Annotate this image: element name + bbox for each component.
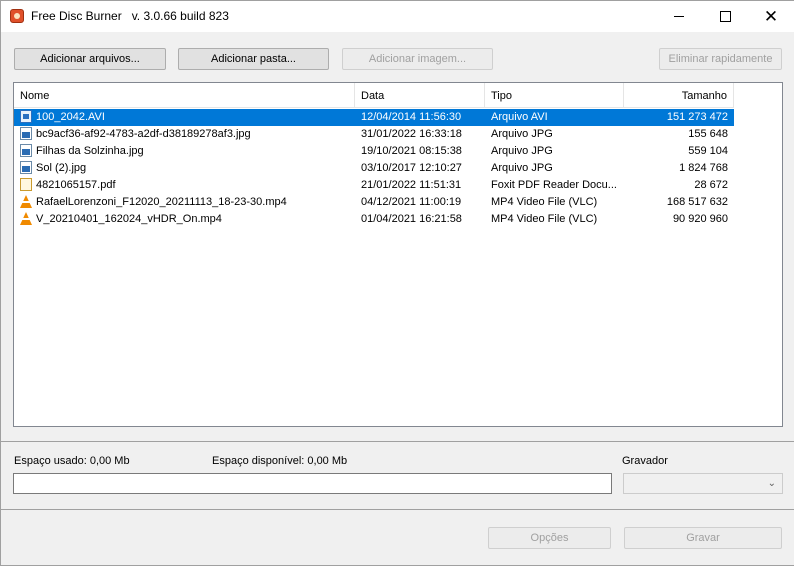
minimize-icon: [674, 16, 684, 17]
jpg-file-icon: [20, 127, 32, 140]
file-size: 151 273 472: [666, 111, 728, 123]
disc-burner-app-icon: [10, 9, 24, 23]
space-progress-bar: [13, 473, 612, 494]
app-window: Free Disc Burner v. 3.0.66 build 823 ✕ A…: [0, 0, 794, 566]
file-type: Arquivo JPG: [491, 145, 553, 157]
file-date: 31/01/2022 16:33:18: [361, 128, 462, 140]
avi-file-icon: [20, 110, 32, 123]
column-header-size[interactable]: Tamanho: [624, 83, 734, 108]
file-name: V_20210401_162024_vHDR_On.mp4: [36, 214, 222, 225]
column-header-type[interactable]: Tipo: [485, 83, 624, 108]
file-row[interactable]: Filhas da Solzinha.jpg 19/10/2021 08:15:3…: [14, 143, 734, 160]
file-name: 100_2042.AVI: [36, 112, 105, 123]
vlc-file-icon: [20, 195, 32, 208]
free-space-label: Espaço disponível: 0,00 Mb: [212, 455, 348, 467]
close-button[interactable]: ✕: [748, 1, 794, 32]
file-name: Sol (2).jpg: [36, 163, 87, 174]
file-date: 03/10/2017 12:10:27: [361, 162, 462, 174]
file-date: 21/01/2022 11:51:31: [361, 179, 462, 191]
file-name: bc9acf36-af92-4783-a2df-d38189278af3.jpg: [36, 129, 251, 140]
separator: [1, 441, 794, 442]
file-name: Filhas da Solzinha.jpg: [36, 146, 144, 157]
file-type: Arquivo JPG: [491, 128, 553, 140]
file-list[interactable]: Nome Data Tipo Tamanho 100_2042.AVI 12/04…: [13, 82, 783, 427]
file-row[interactable]: RafaelLorenzoni_F12020_20211113_18-23-30…: [14, 194, 734, 211]
add-image-button[interactable]: Adicionar imagem...: [342, 48, 493, 70]
file-date: 19/10/2021 08:15:38: [361, 145, 462, 157]
pdf-file-icon: [20, 178, 32, 191]
file-size: 168 517 632: [666, 196, 728, 208]
file-type: Arquivo AVI: [491, 111, 548, 123]
maximize-button[interactable]: [702, 1, 748, 32]
add-files-button[interactable]: Adicionar arquivos...: [14, 48, 166, 70]
file-row[interactable]: 100_2042.AVI 12/04/2014 11:56:30 Arquivo A…: [14, 109, 734, 126]
burner-select[interactable]: ⌄: [623, 473, 783, 494]
vlc-file-icon: [20, 212, 32, 225]
file-date: 04/12/2021 11:00:19: [361, 196, 462, 208]
file-name-cell: RafaelLorenzoni_F12020_20211113_18-23-30…: [14, 194, 355, 211]
used-space-label: Espaço usado: 0,00 Mb: [14, 455, 130, 467]
file-row[interactable]: V_20210401_162024_vHDR_On.mp4 01/04/2021 …: [14, 211, 734, 228]
file-name: RafaelLorenzoni_F12020_20211113_18-23-30…: [36, 197, 287, 208]
file-size: 28 672: [694, 179, 728, 191]
minimize-button[interactable]: [656, 1, 702, 32]
options-button[interactable]: Opções: [488, 527, 611, 549]
quick-erase-button[interactable]: Eliminar rapidamente: [659, 48, 782, 70]
file-date: 01/04/2021 16:21:58: [361, 213, 462, 225]
file-size: 1 824 768: [679, 162, 728, 174]
file-type: MP4 Video File (VLC): [491, 213, 598, 225]
file-name-cell: bc9acf36-af92-4783-a2df-d38189278af3.jpg: [14, 126, 355, 143]
file-name-cell: V_20210401_162024_vHDR_On.mp4: [14, 211, 355, 228]
maximize-icon: [719, 11, 731, 22]
file-name-cell: 4821065157.pdf: [14, 177, 355, 194]
burner-label: Gravador: [622, 455, 668, 467]
file-name-cell: Filhas da Solzinha.jpg: [14, 143, 355, 160]
file-list-header: Nome Data Tipo Tamanho: [14, 83, 734, 108]
close-icon: ✕: [763, 7, 779, 26]
burn-button[interactable]: Gravar: [624, 527, 782, 549]
jpg-file-icon: [20, 161, 32, 174]
separator: [1, 509, 794, 510]
file-size: 155 648: [688, 128, 728, 140]
file-name: 4821065157.pdf: [36, 180, 116, 191]
jpg-file-icon: [20, 144, 32, 157]
file-list-rows: 100_2042.AVI 12/04/2014 11:56:30 Arquivo A…: [14, 109, 734, 228]
file-row[interactable]: Sol (2).jpg 03/10/2017 12:10:27 Arquivo JP…: [14, 160, 734, 177]
file-name-cell: 100_2042.AVI: [14, 109, 355, 126]
file-size: 90 920 960: [672, 213, 728, 225]
file-name-cell: Sol (2).jpg: [14, 160, 355, 177]
add-folder-button[interactable]: Adicionar pasta...: [178, 48, 329, 70]
file-row[interactable]: bc9acf36-af92-4783-a2df-d38189278af3.jpg…: [14, 126, 734, 143]
chevron-down-icon: ⌄: [767, 478, 776, 489]
title-bar[interactable]: Free Disc Burner v. 3.0.66 build 823 ✕: [1, 1, 794, 32]
file-size: 559 104: [688, 145, 728, 157]
window-title: Free Disc Burner v. 3.0.66 build 823: [31, 9, 229, 23]
column-header-name[interactable]: Nome: [14, 83, 355, 108]
file-type: Arquivo JPG: [491, 162, 553, 174]
file-row[interactable]: 4821065157.pdf 21/01/2022 11:51:31 Foxit P…: [14, 177, 734, 194]
file-type: Foxit PDF Reader Docu...: [491, 179, 617, 191]
column-header-date[interactable]: Data: [355, 83, 485, 108]
file-date: 12/04/2014 11:56:30: [361, 111, 462, 123]
file-type: MP4 Video File (VLC): [491, 196, 598, 208]
